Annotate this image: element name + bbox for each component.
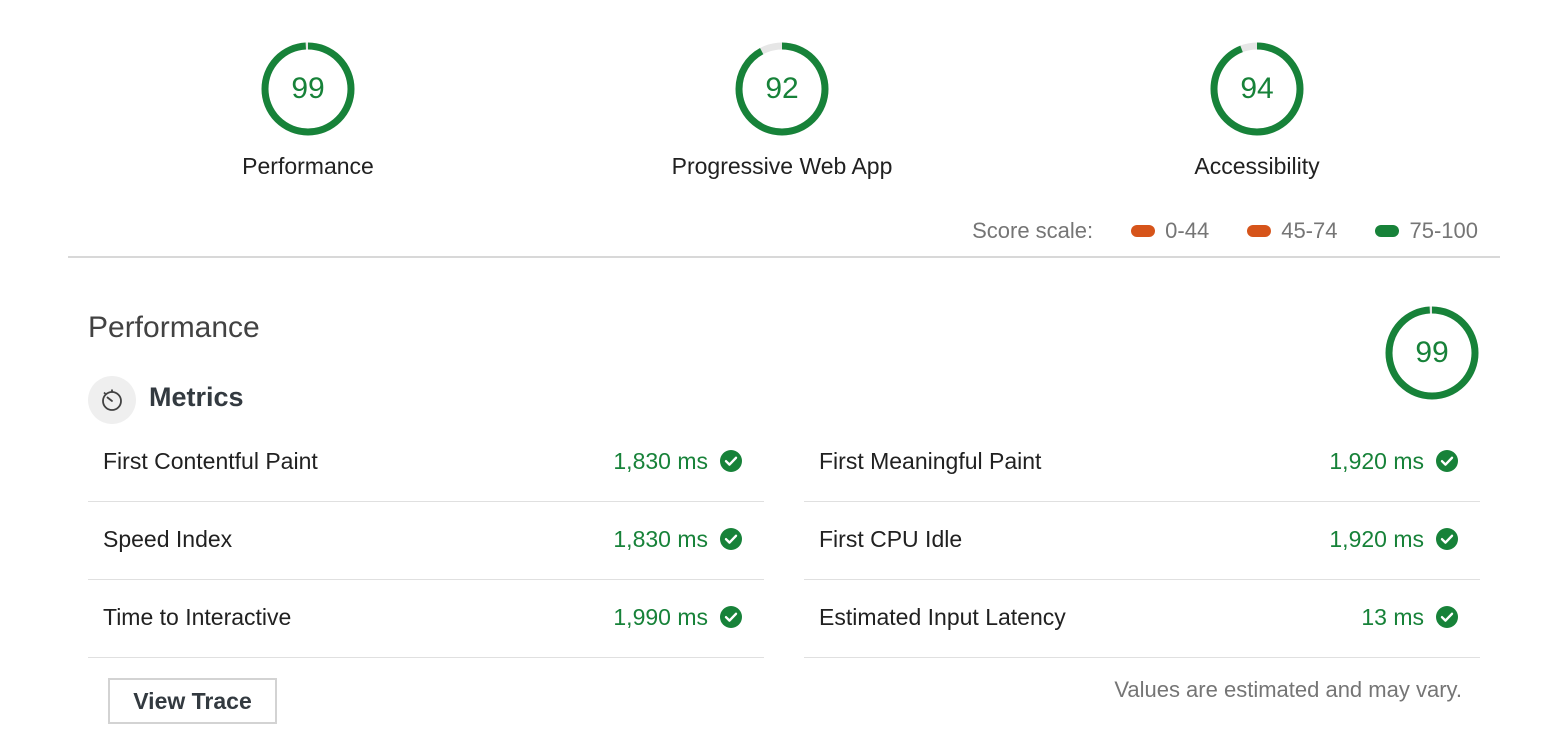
metric-name: First Meaningful Paint bbox=[819, 448, 1042, 474]
gauge-accessibility[interactable]: 94 Accessibility bbox=[1194, 41, 1320, 179]
metrics-heading: Metrics bbox=[149, 382, 244, 412]
metric-row: Speed Index 1,830 ms bbox=[88, 502, 764, 580]
metric-name: Time to Interactive bbox=[103, 604, 292, 630]
score-range-text: 0-44 bbox=[1165, 218, 1210, 243]
score-scale-label: Score scale: bbox=[972, 218, 1094, 243]
check-circle-icon bbox=[720, 450, 742, 472]
gauge-score: 99 bbox=[1415, 336, 1449, 369]
average-pill-icon bbox=[1247, 225, 1272, 237]
metric-value: 1,830 ms bbox=[613, 448, 708, 474]
score-scale-fail: 0-44 bbox=[1131, 218, 1209, 244]
pass-pill-icon bbox=[1375, 225, 1400, 237]
check-circle-icon bbox=[720, 528, 742, 550]
view-trace-button[interactable]: View Trace bbox=[108, 678, 277, 724]
divider bbox=[68, 256, 1500, 258]
metric-row: First Contentful Paint 1,830 ms bbox=[88, 424, 764, 502]
section-title: Performance bbox=[88, 311, 260, 344]
metric-value: 13 ms bbox=[1361, 604, 1424, 630]
score-range-text: 75-100 bbox=[1409, 218, 1478, 243]
gauge-label: Progressive Web App bbox=[671, 153, 893, 179]
fail-pill-icon bbox=[1131, 225, 1156, 237]
gauge-progressive-web-app[interactable]: 92 Progressive Web App bbox=[672, 41, 892, 179]
gauge-ring: 99 bbox=[260, 41, 356, 137]
metric-value: 1,830 ms bbox=[613, 526, 708, 552]
metric-name: First CPU Idle bbox=[819, 526, 963, 552]
score-scale-pass: 75-100 bbox=[1375, 218, 1478, 244]
check-circle-icon bbox=[1436, 606, 1458, 628]
gauge-performance[interactable]: 99 Performance bbox=[242, 41, 374, 179]
metric-name: First Contentful Paint bbox=[103, 448, 318, 474]
score-scale-average: 45-74 bbox=[1247, 218, 1337, 244]
metric-row: Time to Interactive 1,990 ms bbox=[88, 580, 764, 658]
gauge-ring: 94 bbox=[1209, 41, 1305, 137]
metric-name: Speed Index bbox=[103, 526, 233, 552]
metric-row: Estimated Input Latency 13 ms bbox=[804, 580, 1480, 658]
check-circle-icon bbox=[1436, 528, 1458, 550]
metrics-column-right: First Meaningful Paint 1,920 ms First CP… bbox=[804, 424, 1480, 658]
check-circle-icon bbox=[1436, 450, 1458, 472]
estimate-disclaimer: Values are estimated and may vary. bbox=[1114, 677, 1462, 702]
metric-name: Estimated Input Latency bbox=[819, 604, 1066, 630]
metrics-column-left: First Contentful Paint 1,830 ms Speed In… bbox=[88, 424, 764, 658]
check-circle-icon bbox=[720, 606, 742, 628]
gauge-score: 99 bbox=[291, 72, 325, 105]
score-scale-legend: Score scale: 0-44 45-74 75-100 bbox=[972, 218, 1478, 244]
metric-value: 1,920 ms bbox=[1329, 448, 1424, 474]
stopwatch-icon bbox=[88, 376, 136, 424]
metric-row: First Meaningful Paint 1,920 ms bbox=[804, 424, 1480, 502]
metric-value: 1,990 ms bbox=[613, 604, 708, 630]
gauge-ring: 92 bbox=[734, 41, 830, 137]
gauge-ring: 99 bbox=[1384, 305, 1480, 401]
metric-row: First CPU Idle 1,920 ms bbox=[804, 502, 1480, 580]
gauge-label: Accessibility bbox=[1194, 153, 1320, 179]
gauge-score: 92 bbox=[765, 72, 799, 105]
gauge-score: 94 bbox=[1240, 72, 1274, 105]
metric-value: 1,920 ms bbox=[1329, 526, 1424, 552]
gauge-label: Performance bbox=[242, 153, 374, 179]
gauge-performance-section: 99 bbox=[1384, 305, 1480, 401]
score-range-text: 45-74 bbox=[1281, 218, 1338, 243]
